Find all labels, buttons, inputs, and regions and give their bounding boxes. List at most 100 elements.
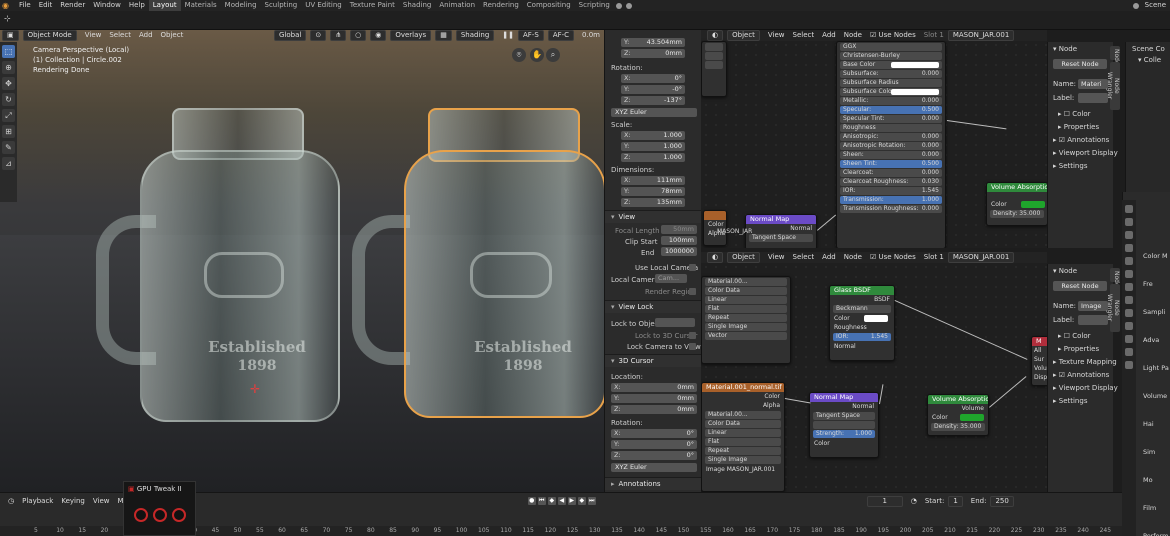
principled-bsdf-node[interactable]: GGX Christensen-Burley Base Color Subsurfac… bbox=[836, 41, 946, 248]
snap-icon[interactable]: ⋔ bbox=[330, 30, 347, 41]
dimension-y-field[interactable]: Y: 78mm bbox=[621, 187, 685, 196]
jump-end-icon[interactable]: ⏭ bbox=[587, 497, 596, 505]
view-layer-tab-icon[interactable] bbox=[1125, 244, 1133, 252]
pan-hand-icon[interactable]: ✋ bbox=[530, 48, 544, 62]
dimension-x-field[interactable]: X: 111mm bbox=[621, 176, 685, 185]
outliner[interactable]: Scene Co ▾ Colle bbox=[1125, 42, 1170, 192]
cursor-rot-y-field[interactable]: Y: 0° bbox=[611, 440, 697, 449]
image-node-option[interactable]: Linear bbox=[705, 296, 787, 304]
scale-tool-icon[interactable]: ⤢ bbox=[2, 109, 15, 122]
collection-item[interactable]: ▾ Colle bbox=[1138, 56, 1161, 64]
blender-logo-icon[interactable]: ◉ bbox=[2, 1, 12, 10]
end-frame-field[interactable]: 250 bbox=[990, 495, 1014, 507]
bsdf-field[interactable]: Anisotropic Rotation: 0.000 bbox=[840, 142, 942, 150]
tangent-space-dropdown[interactable]: Tangent Space bbox=[813, 412, 875, 420]
normal-texture-node[interactable]: Material.001_normal.tif Color Alpha Mate… bbox=[701, 382, 785, 492]
distribution-dropdown[interactable]: Beckmann bbox=[833, 305, 891, 313]
annotations-section[interactable]: ▸ ☑ Annotations bbox=[1053, 136, 1109, 144]
play-icon[interactable]: ▶ bbox=[567, 497, 576, 505]
node-field[interactable] bbox=[705, 52, 723, 60]
transform-tool-icon[interactable]: ⊞ bbox=[2, 125, 15, 138]
clip-end-field[interactable]: 1000000 bbox=[661, 247, 697, 256]
settings-section[interactable]: ▸ Settings bbox=[1053, 397, 1087, 405]
prev-key-icon[interactable]: ◆ bbox=[547, 497, 556, 505]
pause-icon[interactable]: ❚❚ bbox=[498, 30, 518, 41]
menu-view[interactable]: View bbox=[89, 496, 114, 507]
normal-tex-option[interactable]: Repeat bbox=[705, 447, 781, 455]
scene-tab-icon[interactable] bbox=[1125, 257, 1133, 265]
tab-rendering[interactable]: Rendering bbox=[479, 0, 523, 11]
reset-node-button[interactable]: Reset Node bbox=[1053, 59, 1107, 69]
local-camera-field[interactable]: Cam... bbox=[655, 274, 687, 283]
material-output-node[interactable]: M All Sur Volu Disp bbox=[1031, 336, 1047, 386]
use-nodes-checkbox[interactable]: ☑ Use Nodes bbox=[866, 252, 920, 263]
select-box-icon[interactable]: ⬚ bbox=[2, 45, 15, 58]
lock-object-field[interactable] bbox=[655, 318, 695, 327]
particles-tab-icon[interactable] bbox=[1125, 309, 1133, 317]
clock-icon[interactable]: ◔ bbox=[907, 496, 921, 507]
tab-layout[interactable]: Layout bbox=[148, 0, 181, 11]
normal-tex-option[interactable]: Color Data bbox=[705, 420, 781, 428]
material-tab-icon[interactable] bbox=[1125, 361, 1133, 369]
object-dropdown[interactable]: Object bbox=[727, 30, 760, 41]
tab-sculpting[interactable]: Sculpting bbox=[261, 0, 302, 11]
vtab-node-wrangler[interactable]: Node Wrangler bbox=[1106, 284, 1120, 332]
property-panel-row[interactable]: Hai bbox=[1143, 420, 1154, 428]
rotation-z-field[interactable]: Z: -137° bbox=[621, 96, 685, 105]
bsdf-field[interactable]: Specular: 0.500 bbox=[840, 106, 942, 114]
bsdf-field[interactable]: Anisotropic: 0.000 bbox=[840, 133, 942, 141]
property-panel-row[interactable]: Sampli bbox=[1143, 308, 1165, 316]
lock-3d-cursor-checkbox[interactable] bbox=[689, 332, 696, 339]
property-panel-row[interactable]: Adva bbox=[1143, 336, 1159, 344]
partial-node[interactable] bbox=[701, 41, 727, 97]
scale-x-field[interactable]: X: 1.000 bbox=[621, 131, 685, 140]
rotation-mode-dropdown[interactable]: XYZ Euler bbox=[611, 108, 697, 117]
menu-playback[interactable]: Playback bbox=[18, 496, 57, 507]
shading-dropdown[interactable]: Shading bbox=[455, 30, 495, 41]
annotations-section-header[interactable]: ▸ Annotations bbox=[605, 477, 701, 490]
tab-texture-paint[interactable]: Texture Paint bbox=[346, 0, 399, 11]
start-frame-field[interactable]: 1 bbox=[948, 495, 963, 507]
image-node-option[interactable]: Repeat bbox=[705, 314, 787, 322]
volume-color-swatch[interactable] bbox=[960, 414, 984, 421]
next-key-icon[interactable]: ◆ bbox=[577, 497, 586, 505]
menu-render[interactable]: Render bbox=[56, 0, 89, 11]
property-panel-row[interactable]: Fre bbox=[1143, 280, 1153, 288]
af-s-button[interactable]: AF-S bbox=[518, 30, 544, 41]
move-tool-icon[interactable]: ✥ bbox=[2, 77, 15, 90]
node-name-field[interactable]: Image bbox=[1078, 301, 1108, 311]
bsdf-field[interactable]: Subsurface Color bbox=[840, 88, 942, 96]
add-workspace-icon[interactable] bbox=[615, 2, 622, 9]
rotate-tool-icon[interactable]: ↻ bbox=[2, 93, 15, 106]
tab-compositing[interactable]: Compositing bbox=[523, 0, 575, 11]
properties-section[interactable]: ▸ Properties bbox=[1058, 123, 1099, 131]
menu-file[interactable]: File bbox=[15, 0, 35, 11]
image-texture-node[interactable]: Material.00... Color Data Linear Flat Repea… bbox=[701, 276, 791, 364]
dimension-z-field[interactable]: Z: 135mm bbox=[621, 198, 685, 207]
menu-help[interactable]: Help bbox=[125, 0, 149, 11]
rotation-x-field[interactable]: X: 0° bbox=[621, 74, 685, 83]
property-panel-row[interactable]: Sim bbox=[1143, 448, 1155, 456]
record-icon[interactable]: ● bbox=[527, 497, 536, 505]
viewport-display-section[interactable]: ▸ Viewport Display bbox=[1053, 384, 1118, 392]
material-selector[interactable]: MASON_JAR.001 bbox=[947, 252, 1015, 263]
volume-absorption-node[interactable]: Volume Absorption Color Density: 35.000 bbox=[986, 182, 1047, 226]
render-tab-icon[interactable] bbox=[1125, 218, 1133, 226]
node-panel-header[interactable]: ▾ Node bbox=[1053, 267, 1077, 275]
glass-bsdf-node[interactable]: Glass BSDF BSDF Beckmann Color Roughness… bbox=[829, 285, 895, 361]
menu-view[interactable]: View bbox=[764, 30, 789, 41]
location-z-field[interactable]: Z: 0mm bbox=[621, 49, 685, 58]
editor-type-icon[interactable]: ◷ bbox=[4, 496, 18, 507]
menu-node[interactable]: Node bbox=[840, 252, 866, 263]
view-section-header[interactable]: ▾ View bbox=[605, 210, 701, 223]
annotations-section[interactable]: ▸ ☑ Annotations bbox=[1053, 371, 1109, 379]
constraints-tab-icon[interactable] bbox=[1125, 335, 1133, 343]
modifier-tab-icon[interactable] bbox=[1125, 296, 1133, 304]
vtab-node[interactable]: Node bbox=[1110, 268, 1120, 287]
bsdf-field[interactable]: Clearcoat Roughness: 0.030 bbox=[840, 178, 942, 186]
tab-uv-editing[interactable]: UV Editing bbox=[301, 0, 346, 11]
color-swatch[interactable] bbox=[891, 89, 939, 95]
property-panel-row[interactable]: Light Pa bbox=[1143, 364, 1169, 372]
property-panel-row[interactable]: Mo bbox=[1143, 476, 1153, 484]
bsdf-field[interactable]: Sheen Tint: 0.500 bbox=[840, 160, 942, 168]
